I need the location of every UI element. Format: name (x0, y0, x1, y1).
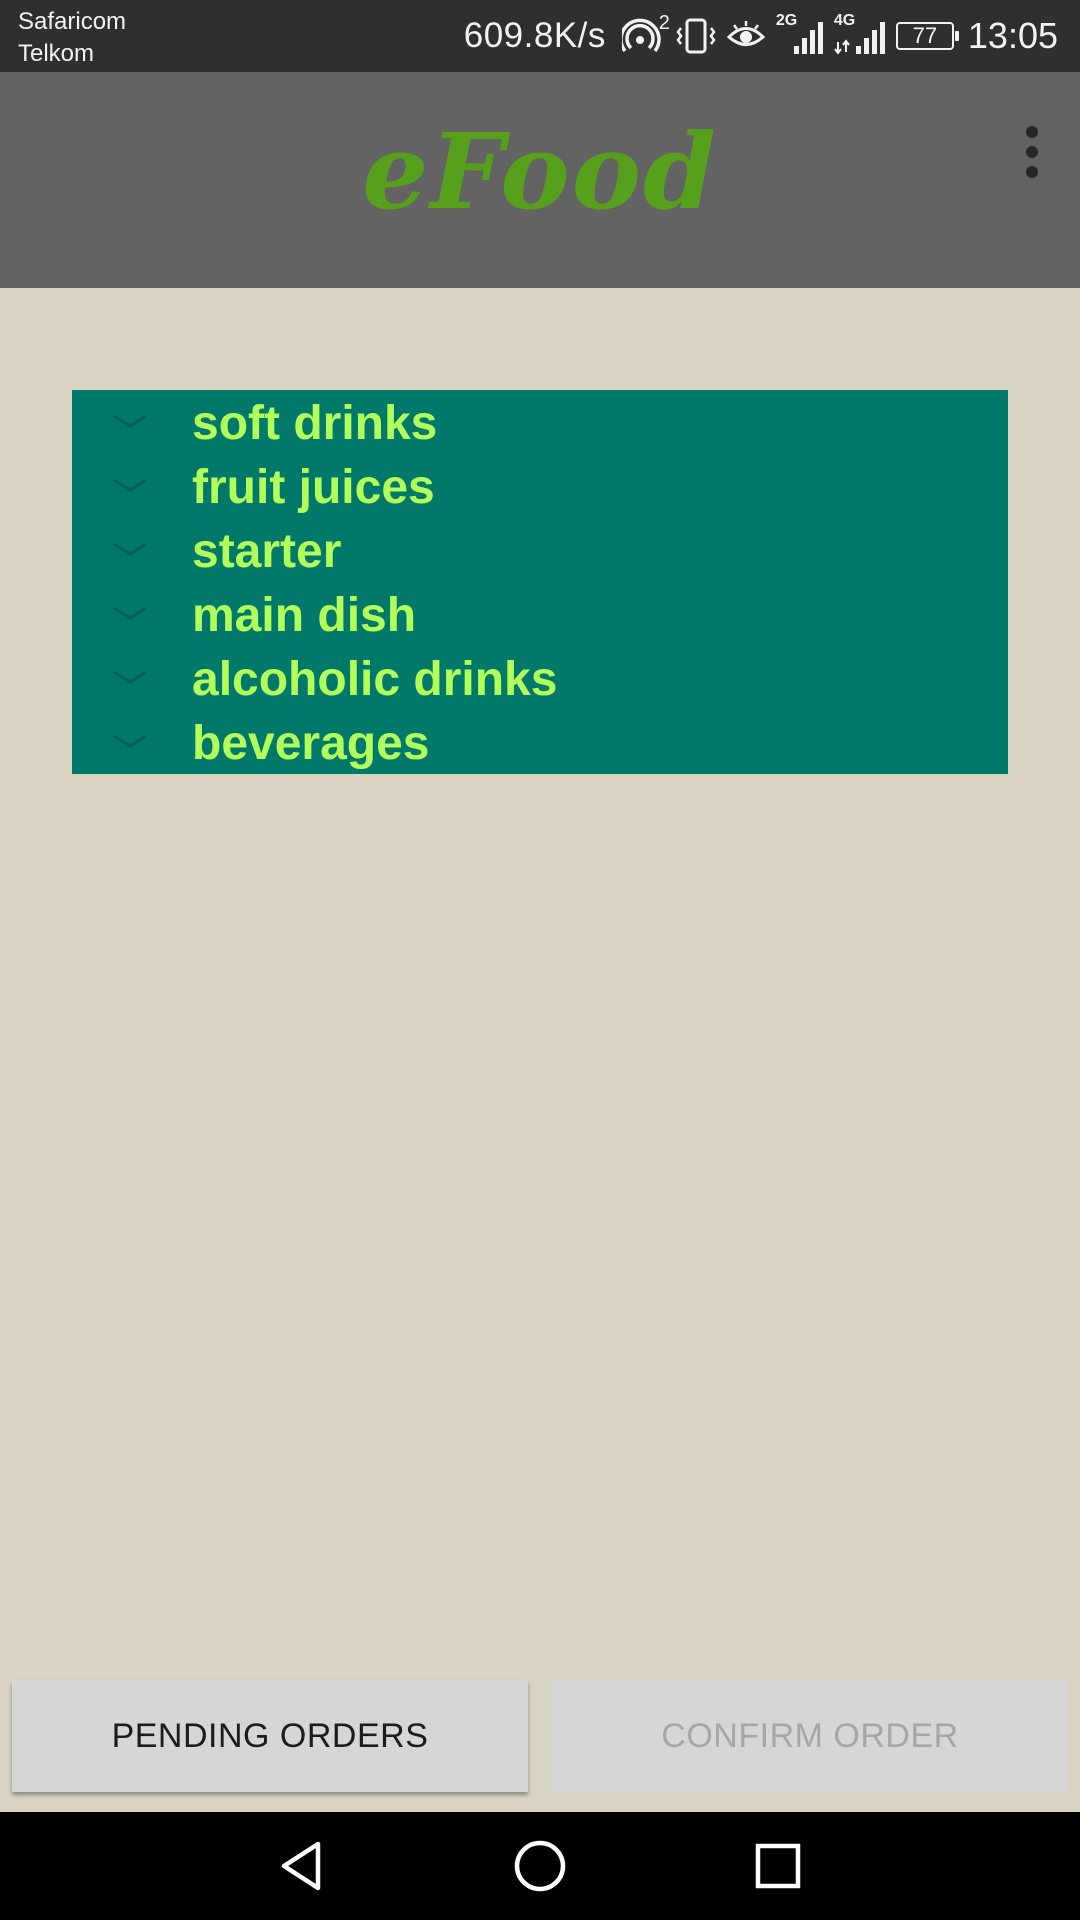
battery-level: 77 (912, 23, 938, 48)
carrier-2: Telkom (18, 40, 95, 67)
chevron-down-icon (113, 734, 147, 748)
signal-4g-icon: 4G (834, 12, 886, 56)
status-bar: Safaricom Telkom 609.8K/s 2 2G 4G 77 13:… (0, 0, 1080, 72)
category-label: beverages (192, 717, 430, 770)
back-icon[interactable] (272, 1836, 332, 1896)
app-bar: eFood (0, 72, 1080, 288)
network-2-label: 4G (833, 12, 856, 29)
category-label: fruit juices (192, 461, 435, 514)
menu-dot (1026, 166, 1038, 178)
navigation-bar (0, 1812, 1080, 1920)
hotspot-count: 2 (658, 12, 670, 34)
chevron-down-icon (113, 542, 147, 556)
battery-icon: 77 (895, 22, 959, 50)
chevron-down-icon (113, 670, 147, 684)
category-label: soft drinks (192, 397, 438, 450)
category-item-starter[interactable]: starter (72, 518, 1008, 582)
menu-dot (1026, 126, 1038, 138)
category-list: soft drinks fruit juices starter main di… (72, 390, 1008, 774)
network-speed: 609.8K/s (463, 16, 606, 55)
more-vertical-icon[interactable] (1014, 116, 1050, 188)
signal-2g-icon: 2G (776, 12, 824, 56)
category-label: alcoholic drinks (192, 653, 558, 706)
category-label: main dish (192, 589, 417, 642)
menu-dot (1026, 146, 1038, 158)
carrier-names: Safaricom Telkom (18, 6, 126, 70)
clock: 13:05 (967, 15, 1058, 56)
network-1-label: 2G (775, 12, 798, 29)
chevron-down-icon (113, 606, 147, 620)
category-item-fruit-juices[interactable]: fruit juices (72, 454, 1008, 518)
category-item-beverages[interactable]: beverages (72, 710, 1008, 774)
recents-icon[interactable] (748, 1836, 808, 1896)
category-label: starter (192, 525, 342, 578)
status-icons: 609.8K/s 2 2G 4G 77 13:05 (464, 0, 1058, 72)
hotspot-icon: 2 (621, 12, 670, 54)
chevron-down-icon (113, 414, 147, 428)
chevron-down-icon (113, 478, 147, 492)
vibrate-icon (676, 16, 716, 56)
app-title: eFood (362, 110, 718, 233)
pending-orders-button[interactable]: PENDING ORDERS (12, 1680, 528, 1792)
confirm-order-button[interactable]: CONFIRM ORDER (552, 1680, 1068, 1792)
home-icon[interactable] (510, 1836, 570, 1896)
category-item-main-dish[interactable]: main dish (72, 582, 1008, 646)
carrier-1: Safaricom (18, 8, 127, 35)
category-item-alcoholic-drinks[interactable]: alcoholic drinks (72, 646, 1008, 710)
eye-comfort-icon (726, 16, 766, 56)
category-item-soft-drinks[interactable]: soft drinks (72, 390, 1008, 454)
